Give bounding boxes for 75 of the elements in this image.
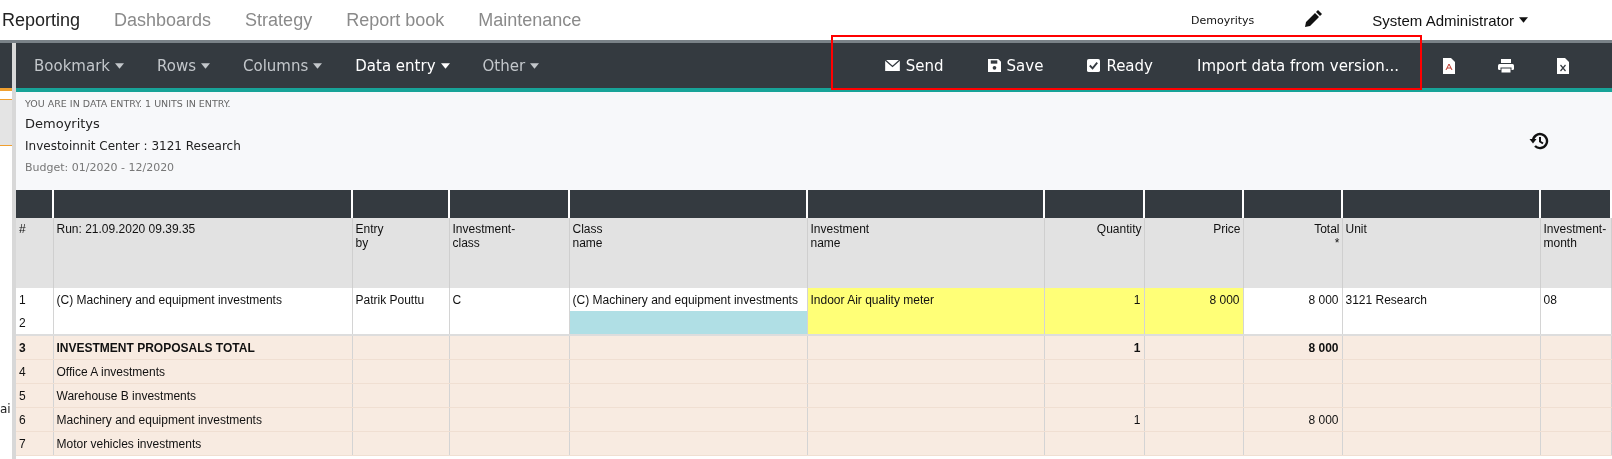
pencil-icon[interactable] bbox=[1302, 10, 1323, 30]
column-header: Price bbox=[1213, 222, 1241, 236]
table-cell: 08 bbox=[1540, 288, 1611, 311]
table-cell: Patrik Pouttu bbox=[352, 288, 449, 311]
unit-label: Investoinnit Center : 3121 Research bbox=[25, 139, 241, 153]
table-cell: 1 bbox=[1133, 340, 1141, 355]
history-icon[interactable] bbox=[1529, 131, 1549, 151]
menu-dropdown[interactable]: Bookmark bbox=[34, 56, 124, 75]
entry-notice: YOU ARE IN DATA ENTRY. 1 UNITS IN ENTRY. bbox=[25, 98, 232, 109]
nav-tab[interactable]: Reporting bbox=[2, 9, 81, 31]
row-number: 4 bbox=[19, 364, 26, 379]
table-cell: (C) Machinery and equipment investments bbox=[569, 288, 807, 311]
menu-dropdown[interactable]: Rows bbox=[157, 56, 210, 75]
table-cell: INVESTMENT PROPOSALS TOTAL bbox=[56, 340, 255, 355]
column-header: # bbox=[19, 222, 26, 236]
row-number: 2 bbox=[19, 315, 26, 330]
input-cell[interactable] bbox=[1144, 311, 1243, 335]
column-header: Investment name bbox=[810, 222, 870, 250]
table-cell: Motor vehicles investments bbox=[56, 436, 202, 451]
table-cell: C bbox=[449, 288, 569, 311]
envelope-icon bbox=[884, 60, 900, 71]
input-cell[interactable] bbox=[807, 311, 1044, 335]
table-cell: Warehouse B investments bbox=[56, 388, 197, 403]
caret-icon bbox=[201, 62, 210, 69]
table-cell: 8 000 bbox=[1308, 412, 1339, 427]
company-name: Demoyritys bbox=[25, 116, 101, 131]
row-number: 1 bbox=[19, 292, 26, 307]
column-header: Investment- class bbox=[452, 222, 516, 250]
column-header: Entry by bbox=[355, 222, 384, 250]
input-cell[interactable] bbox=[1044, 311, 1144, 335]
toolbar-button[interactable]: Save bbox=[987, 56, 1044, 75]
input-cell[interactable]: 1 bbox=[1044, 288, 1144, 311]
print-icon[interactable] bbox=[1498, 58, 1514, 73]
column-header: Run: 21.09.2020 09.39.35 bbox=[56, 222, 196, 236]
caret-icon bbox=[1519, 17, 1528, 23]
pdf-file-icon[interactable] bbox=[1443, 57, 1455, 74]
caret-icon bbox=[115, 62, 124, 69]
table-cell: 3121 Research bbox=[1342, 288, 1540, 311]
caret-icon bbox=[440, 62, 450, 69]
checkbox-icon bbox=[1087, 59, 1101, 72]
nav-tab[interactable]: Report book bbox=[346, 9, 445, 31]
table-cell: Machinery and equipment investments bbox=[56, 412, 262, 427]
row-number: 3 bbox=[19, 340, 26, 355]
workspace-name: Demoyritys bbox=[1190, 13, 1255, 27]
cut-off-text: ai bbox=[0, 402, 11, 416]
table-cell: (C) Machinery and equipment investments bbox=[53, 288, 352, 311]
table-cell: 8 000 bbox=[1308, 340, 1339, 355]
column-header: Class name bbox=[572, 222, 603, 250]
table-cell: 8 000 bbox=[1243, 288, 1342, 311]
budget-period: Budget: 01/2020 - 12/2020 bbox=[25, 161, 176, 174]
table-cell: Office A investments bbox=[56, 364, 165, 379]
excel-file-icon[interactable] bbox=[1557, 57, 1569, 74]
row-number: 5 bbox=[19, 388, 26, 403]
toolbar-button[interactable]: Ready bbox=[1087, 56, 1153, 75]
toolbar-button[interactable]: Import data from version... bbox=[1196, 56, 1399, 75]
sidebar-toolbar bbox=[0, 43, 12, 91]
input-cell[interactable] bbox=[569, 311, 807, 335]
caret-icon bbox=[530, 62, 540, 69]
table-cell: 1 bbox=[1133, 412, 1141, 427]
caret-icon bbox=[313, 62, 323, 69]
row-number: 7 bbox=[19, 436, 26, 451]
user-menu[interactable]: System Administrator bbox=[1372, 11, 1528, 29]
row-number: 6 bbox=[19, 412, 26, 427]
toolbar-button[interactable]: Send bbox=[884, 56, 944, 75]
nav-tab[interactable]: Strategy bbox=[245, 9, 313, 31]
menu-dropdown[interactable]: Columns bbox=[243, 56, 323, 75]
input-cell[interactable]: Indoor Air quality meter bbox=[807, 288, 1044, 311]
column-header: Investment- month bbox=[1543, 222, 1607, 250]
column-header: Unit bbox=[1345, 222, 1367, 236]
column-header: Quantity bbox=[1096, 222, 1142, 236]
menu-dropdown[interactable]: Data entry bbox=[355, 56, 450, 75]
nav-tab[interactable]: Dashboards bbox=[114, 9, 212, 31]
column-header: Total * bbox=[1314, 222, 1340, 250]
menu-dropdown[interactable]: Other bbox=[482, 56, 540, 75]
input-cell[interactable]: 8 000 bbox=[1144, 288, 1243, 311]
